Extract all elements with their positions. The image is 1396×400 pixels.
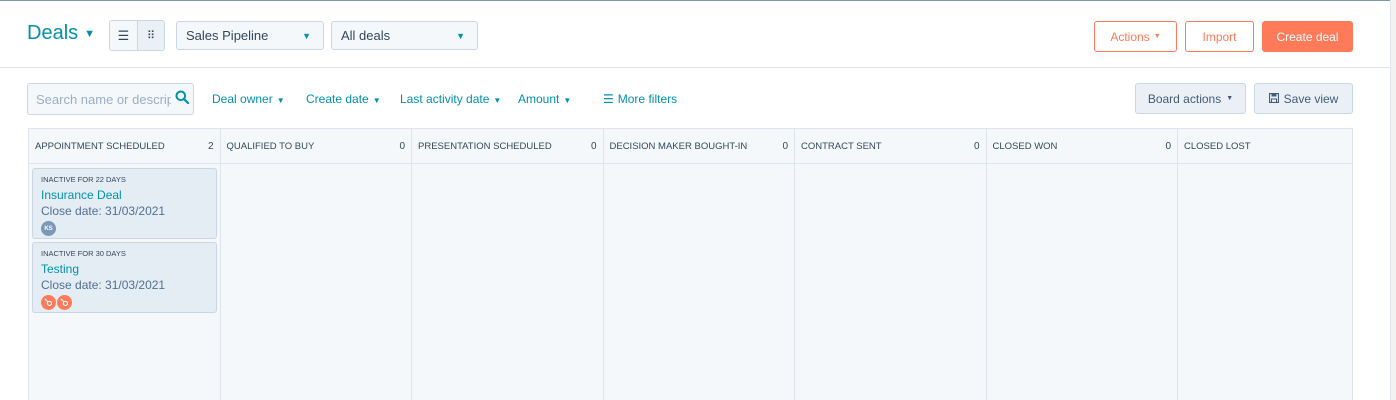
stage-body xyxy=(986,164,1177,400)
close-date: Close date: 31/03/2021 xyxy=(41,278,166,292)
caret-down-icon: ▼ xyxy=(84,27,96,40)
stage-header: QUALIFIED TO BUY 0 xyxy=(220,129,411,164)
stage-body xyxy=(220,164,411,400)
stage-count: 0 xyxy=(1165,140,1171,152)
close-date: Close date: 31/03/2021 xyxy=(41,204,166,218)
amount-label: Amount xyxy=(518,92,560,106)
save-icon xyxy=(1268,92,1279,106)
deal-card[interactable]: INACTIVE FOR 30 DAYS Testing Close date:… xyxy=(32,242,217,313)
stage-column: DECISION MAKER BOUGHT-IN 0 xyxy=(603,129,795,400)
actions-button[interactable]: Actions ▼ xyxy=(1094,21,1177,52)
import-button[interactable]: Import xyxy=(1185,21,1254,52)
caret-down-icon: ▼ xyxy=(372,96,381,105)
scrollbar[interactable] xyxy=(1390,0,1396,400)
inactive-label: INACTIVE FOR 22 DAYS xyxy=(41,175,126,184)
deal-owner-filter[interactable]: Deal owner ▼ xyxy=(212,92,285,106)
stage-column: CONTRACT SENT 0 xyxy=(795,129,987,400)
stage-column: QUALIFIED TO BUY 0 xyxy=(220,129,412,400)
board-actions-label: Board actions xyxy=(1147,91,1222,106)
more-filters-label: More filters xyxy=(617,92,678,106)
view-select[interactable]: All deals ▼ xyxy=(331,21,478,50)
stage-count: 0 xyxy=(782,140,788,152)
save-view-label: Save view xyxy=(1283,91,1339,106)
board-actions-button[interactable]: Board actions ▼ xyxy=(1135,83,1246,114)
stage-name: QUALIFIED TO BUY xyxy=(226,140,315,152)
caret-down-icon: ▼ xyxy=(493,96,502,105)
avatars: KS xyxy=(41,221,208,236)
grid-icon: ⠿ xyxy=(146,30,156,42)
save-view-button[interactable]: Save view xyxy=(1254,83,1353,114)
stage-name: APPOINTMENT SCHEDULED xyxy=(35,140,165,152)
last-activity-filter[interactable]: Last activity date ▼ xyxy=(400,92,501,106)
dropdown-caret-icon: ▼ xyxy=(302,31,311,41)
stage-header: APPOINTMENT SCHEDULED 2 xyxy=(29,129,220,164)
stage-column: CLOSED LOST xyxy=(1178,129,1353,400)
create-date-label: Create date xyxy=(306,92,369,106)
stage-count: 0 xyxy=(399,140,405,152)
sliders-icon: ☰ xyxy=(603,92,614,106)
avatar[interactable]: KS xyxy=(41,221,56,236)
stage-header: CLOSED WON 0 xyxy=(986,129,1177,164)
stage-body xyxy=(412,164,603,400)
stage-name: CONTRACT SENT xyxy=(801,140,882,152)
caret-down-icon: ▼ xyxy=(1226,95,1234,102)
stage-count: 2 xyxy=(207,140,214,152)
stage-body xyxy=(603,164,794,400)
more-filters-button[interactable]: ☰ More filters xyxy=(603,92,677,106)
caret-down-icon: ▼ xyxy=(1153,33,1161,40)
pipeline-select-value: Sales Pipeline xyxy=(186,28,269,43)
stage-column: PRESENTATION SCHEDULED 0 xyxy=(412,129,604,400)
stage-header: CLOSED LOST xyxy=(1178,129,1352,164)
stage-count: 0 xyxy=(973,140,980,152)
stage-header: PRESENTATION SCHEDULED 0 xyxy=(412,129,603,164)
stage-count: 0 xyxy=(590,140,597,152)
create-date-filter[interactable]: Create date ▼ xyxy=(306,92,381,106)
hubspot-avatar-icon[interactable] xyxy=(41,295,56,310)
stage-body: INACTIVE FOR 22 DAYS Insurance Deal Clos… xyxy=(29,164,220,400)
stage-name: DECISION MAKER BOUGHT-IN xyxy=(609,140,748,152)
create-deal-button[interactable]: Create deal xyxy=(1262,21,1353,52)
hubspot-avatar-icon[interactable] xyxy=(57,295,72,310)
object-title-dropdown[interactable]: Deals ▼ xyxy=(27,22,95,45)
deal-card[interactable]: INACTIVE FOR 22 DAYS Insurance Deal Clos… xyxy=(32,168,217,239)
stage-body xyxy=(795,164,986,400)
deal-name-link[interactable]: Testing xyxy=(41,262,208,276)
search-box xyxy=(27,83,194,115)
view-select-value: All deals xyxy=(341,28,391,43)
filter-bar: Deal owner▼ Create date▼ Last activity d… xyxy=(0,69,1390,127)
stage-column: APPOINTMENT SCHEDULED 2 INACTIVE FOR 22 … xyxy=(29,129,221,400)
stage-name: PRESENTATION SCHEDULED xyxy=(418,140,552,152)
caret-down-icon: ▼ xyxy=(563,96,572,105)
actions-label: Actions xyxy=(1110,29,1150,44)
stage-name: CLOSED LOST xyxy=(1184,140,1251,152)
stage-name: CLOSED WON xyxy=(992,140,1058,152)
stage-header: CONTRACT SENT 0 xyxy=(795,129,986,164)
stage-body xyxy=(1178,164,1352,400)
last-activity-label: Last activity date xyxy=(400,92,490,106)
avatars xyxy=(41,295,208,310)
deal-board: APPOINTMENT SCHEDULED 2 INACTIVE FOR 22 … xyxy=(28,128,1353,400)
search-icon[interactable] xyxy=(175,90,190,108)
search-input[interactable] xyxy=(36,91,171,107)
list-icon: ☰ xyxy=(117,27,130,43)
deal-name-link[interactable]: Insurance Deal xyxy=(41,188,208,202)
inactive-label: INACTIVE FOR 30 DAYS xyxy=(41,249,126,258)
list-view-button[interactable]: ☰ xyxy=(110,21,137,50)
dropdown-caret-icon: ▼ xyxy=(456,31,465,41)
create-deal-label: Create deal xyxy=(1276,29,1339,44)
board-view-button[interactable]: ⠿ xyxy=(137,21,164,50)
stage-column: CLOSED WON 0 xyxy=(986,129,1178,400)
page-header: Deals ▼ ☰ ⠿ Sales Pipeline ▼ All deals ▼… xyxy=(0,2,1390,68)
import-label: Import xyxy=(1202,29,1237,44)
amount-filter[interactable]: Amount ▼ xyxy=(518,92,571,106)
page-title: Deals xyxy=(27,22,79,44)
caret-down-icon: ▼ xyxy=(276,96,285,105)
deal-owner-label: Deal owner xyxy=(212,92,273,106)
pipeline-select[interactable]: Sales Pipeline ▼ xyxy=(176,21,324,50)
stage-header: DECISION MAKER BOUGHT-IN 0 xyxy=(603,129,794,164)
view-toggle: ☰ ⠿ xyxy=(109,20,165,51)
